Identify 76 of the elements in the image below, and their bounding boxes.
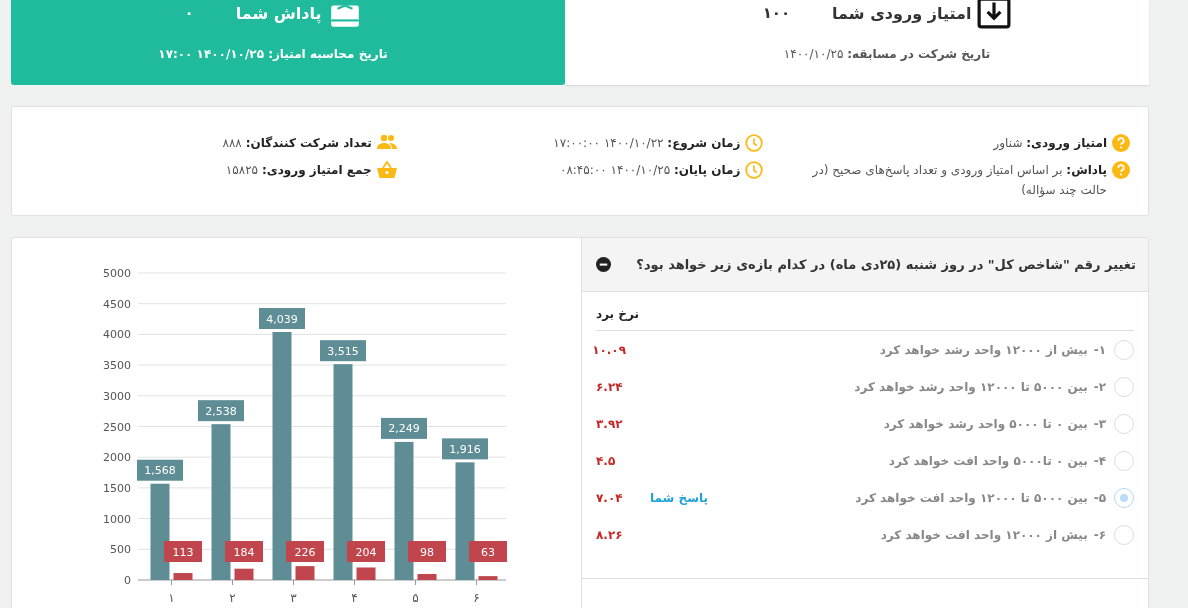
option-text: بین ۰ تا ۵۰۰۰ واحد رشد خواهد کرد xyxy=(883,416,1088,431)
bar xyxy=(173,573,193,580)
column-header: نرخ برد xyxy=(596,307,639,321)
bar xyxy=(356,567,376,580)
win-rate: ۶.۲۴ xyxy=(596,379,624,394)
data-label: 2,249 xyxy=(381,417,427,439)
axis-label: 2500 xyxy=(103,420,131,434)
option-text: بیش از ۱۲۰۰۰ واحد رشد خواهد کرد xyxy=(879,342,1088,357)
data-label: 63 xyxy=(469,541,507,562)
data-label: 1,568 xyxy=(137,459,183,481)
bar xyxy=(478,576,498,580)
option-text: بین ۵۰۰۰ تا ۱۲۰۰۰ واحد رشد خواهد کرد xyxy=(854,379,1088,394)
data-label: 1,916 xyxy=(442,438,488,460)
option-number: ۱- xyxy=(1093,342,1106,357)
option-number: ۵- xyxy=(1093,490,1106,505)
date-text: تاریخ محاسبه امتیاز: ۱۴۰۰/۱۰/۲۵ ۱۷:۰۰ xyxy=(158,47,388,61)
download-icon xyxy=(977,0,1012,30)
axis-label: 1500 xyxy=(103,481,131,495)
axis-label: ۵ xyxy=(412,591,419,605)
basket-icon xyxy=(376,161,397,179)
card-title: پاداش شما xyxy=(235,3,322,23)
data-label: 113 xyxy=(164,541,202,562)
data-label: 3,515 xyxy=(320,340,366,362)
option-number: ۶- xyxy=(1093,527,1106,542)
collapse-icon[interactable] xyxy=(596,257,611,272)
bar xyxy=(234,568,254,580)
score-value: ۱۰۰ xyxy=(762,4,791,22)
axis-label: 5000 xyxy=(103,267,131,280)
axis-label: 4000 xyxy=(103,328,131,342)
axis-label: ۶ xyxy=(473,591,480,605)
axis-label: 2000 xyxy=(103,451,131,465)
info-text: امتیاز ورودی: شناور xyxy=(993,135,1107,153)
axis-label: 0 xyxy=(124,574,131,587)
info-text: تعداد شرکت کنندگان: ۸۸۸ xyxy=(222,135,372,152)
win-rate: ۱۰.۰۹ xyxy=(596,342,626,357)
your-answer-label: پاسخ شما xyxy=(650,490,708,505)
card-title: امتیاز ورودی شما xyxy=(832,3,972,23)
axis-label: ۴ xyxy=(351,591,358,605)
option-number: ۳- xyxy=(1093,416,1106,431)
axis-label: 3500 xyxy=(103,359,131,373)
reward-value: ۰ xyxy=(184,4,194,22)
win-rate: ۷.۰۴ xyxy=(596,490,624,505)
clock-icon xyxy=(745,161,764,179)
win-rate: ۳.۹۲ xyxy=(596,416,624,431)
axis-label: 4500 xyxy=(103,297,131,311)
data-label: 226 xyxy=(286,541,324,562)
axis-label: 1000 xyxy=(103,512,131,526)
date-text: تاریخ شرکت در مسابقه: ۱۴۰۰/۱۰/۲۵ xyxy=(783,47,991,61)
option-number: ۲- xyxy=(1093,379,1106,394)
axis-label: 3000 xyxy=(103,389,131,403)
option-text: بیش از ۱۲۰۰۰ واحد افت خواهد کرد xyxy=(880,527,1088,542)
info-text: زمان شروع: ۱۴۰۰/۱۰/۲۲ ۱۷:۰۰:۰۰ xyxy=(553,135,741,153)
help-icon xyxy=(1112,134,1130,152)
option-text: بین ۰ تا۵۰۰۰ واحد افت خواهد کرد xyxy=(888,453,1088,468)
axis-label: 500 xyxy=(110,543,131,557)
people-icon xyxy=(376,134,397,150)
data-label: 184 xyxy=(225,541,263,562)
data-label: 4,039 xyxy=(259,308,305,329)
win-rate: ۸.۲۶ xyxy=(596,527,624,542)
info-text: پاداش: بر اساس امتیاز ورودی و تعداد پاسخ‌های صحیح (در حالت چند سؤاله) xyxy=(811,162,1107,199)
data-label: 204 xyxy=(347,541,385,562)
axis-label: ۳ xyxy=(290,591,297,605)
bar xyxy=(295,566,315,580)
data-label: 98 xyxy=(408,541,446,562)
axis-label: ۱ xyxy=(168,591,175,605)
bar xyxy=(417,574,437,580)
axis-label: ۲ xyxy=(229,591,236,605)
option-text: بین ۵۰۰۰ تا ۱۲۰۰۰ واحد افت خواهد کرد xyxy=(855,490,1088,505)
info-text: جمع امتیاز ورودی: ۱۵۸۲۵ xyxy=(225,162,372,180)
help-icon xyxy=(1112,161,1130,179)
clock-icon xyxy=(745,134,764,152)
data-label: 2,538 xyxy=(198,400,244,422)
win-rate: ۴.۵ xyxy=(596,453,617,468)
info-text: زمان پایان: ۱۴۰۰/۱۰/۲۵ ۰۸:۴۵:۰۰ xyxy=(559,162,741,179)
question-title: تغییر رقم "شاخص کل" در روز شنبه (۲۵دی ماه) در کدام بازه‌ی زیر خواهد بود؟ xyxy=(636,257,1136,272)
option-number: ۴- xyxy=(1093,453,1106,468)
